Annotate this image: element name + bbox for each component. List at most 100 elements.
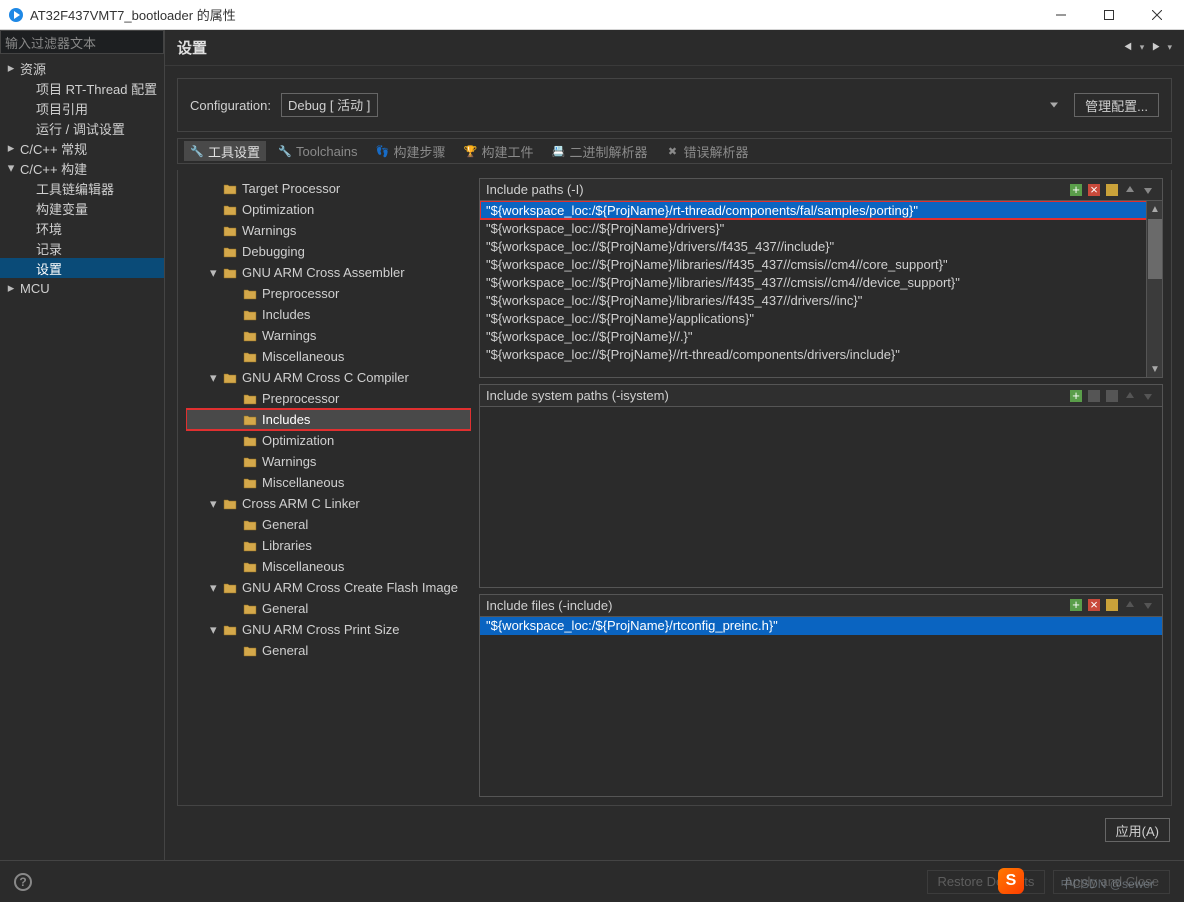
nav-item[interactable]: ▸C/C++ 常规 bbox=[0, 138, 164, 158]
down-icon[interactable] bbox=[1140, 388, 1156, 404]
tab-二进制解析器[interactable]: 📇二进制解析器 bbox=[545, 141, 653, 161]
list-item[interactable]: "${workspace_loc://${ProjName}/libraries… bbox=[480, 255, 1162, 273]
folder-icon bbox=[242, 454, 258, 470]
edit-icon[interactable] bbox=[1104, 182, 1120, 198]
binary-icon: 📇 bbox=[551, 144, 565, 158]
restore-defaults-button[interactable]: Restore Defaults bbox=[927, 870, 1046, 894]
edit-icon[interactable] bbox=[1104, 388, 1120, 404]
settings-tree-item[interactable]: Miscellaneous bbox=[186, 556, 471, 577]
settings-tree-item[interactable]: Preprocessor bbox=[186, 283, 471, 304]
edit-icon[interactable] bbox=[1104, 597, 1120, 613]
nav-fwd-icon[interactable]: ⯈ bbox=[1150, 39, 1161, 56]
settings-tree-item[interactable]: Includes bbox=[186, 304, 471, 325]
list-item[interactable]: "${workspace_loc://${ProjName}/libraries… bbox=[480, 273, 1162, 291]
list-item[interactable]: "${workspace_loc://${ProjName}/drivers//… bbox=[480, 237, 1162, 255]
settings-tree-item[interactable]: Preprocessor bbox=[186, 388, 471, 409]
delete-icon[interactable]: × bbox=[1086, 597, 1102, 613]
settings-tree-item[interactable]: ▾GNU ARM Cross Create Flash Image bbox=[186, 577, 471, 598]
x-icon: ✖ bbox=[666, 144, 680, 158]
close-button[interactable] bbox=[1142, 5, 1172, 25]
list-item[interactable]: "${workspace_loc://${ProjName}/libraries… bbox=[480, 291, 1162, 309]
filter-input[interactable]: 输入过滤器文本 bbox=[0, 30, 164, 54]
settings-tree-item[interactable]: General bbox=[186, 640, 471, 661]
apply-close-button[interactable]: Apply and Close bbox=[1053, 870, 1170, 894]
nav-item[interactable]: 项目引用 bbox=[0, 98, 164, 118]
nav-tree: ▸资源项目 RT-Thread 配置项目引用运行 / 调试设置▸C/C++ 常规… bbox=[0, 54, 164, 860]
settings-tree-item[interactable]: Optimization bbox=[186, 199, 471, 220]
nav-item[interactable]: 运行 / 调试设置 bbox=[0, 118, 164, 138]
app-logo-icon bbox=[8, 7, 24, 23]
include-system-paths-title: Include system paths (-isystem) bbox=[486, 388, 669, 403]
nav-item[interactable]: 设置 bbox=[0, 258, 164, 278]
settings-tree-item[interactable]: General bbox=[186, 598, 471, 619]
nav-item[interactable]: 项目 RT-Thread 配置 bbox=[0, 78, 164, 98]
settings-tree-item[interactable]: ▾GNU ARM Cross Print Size bbox=[186, 619, 471, 640]
add-icon[interactable]: + bbox=[1068, 182, 1084, 198]
list-item[interactable]: "${workspace_loc://${ProjName}//.}" bbox=[480, 327, 1162, 345]
nav-item-label: 构建变量 bbox=[36, 199, 88, 218]
configuration-label: Configuration: bbox=[190, 98, 271, 113]
down-icon[interactable] bbox=[1140, 597, 1156, 613]
settings-tree-item[interactable]: Warnings bbox=[186, 325, 471, 346]
folder-icon bbox=[242, 601, 258, 617]
settings-tree-item[interactable]: Miscellaneous bbox=[186, 472, 471, 493]
tab-构建步骤[interactable]: 👣构建步骤 bbox=[369, 141, 451, 161]
settings-tree-item[interactable]: Includes bbox=[186, 409, 471, 430]
nav-item[interactable]: 环境 bbox=[0, 218, 164, 238]
nav-back-icon[interactable]: ⯇ bbox=[1123, 39, 1134, 56]
folder-icon bbox=[222, 496, 238, 512]
nav-item[interactable]: ▸MCU bbox=[0, 278, 164, 298]
help-icon[interactable]: ? bbox=[14, 873, 32, 891]
include-paths-list[interactable]: "${workspace_loc:/${ProjName}/rt-thread/… bbox=[480, 201, 1162, 377]
list-item[interactable]: "${workspace_loc://${ProjName}/applicati… bbox=[480, 309, 1162, 327]
left-pane: 输入过滤器文本 ▸资源项目 RT-Thread 配置项目引用运行 / 调试设置▸… bbox=[0, 30, 165, 860]
delete-icon[interactable]: × bbox=[1086, 182, 1102, 198]
folder-icon bbox=[222, 265, 238, 281]
list-item[interactable]: "${workspace_loc://${ProjName}/drivers}" bbox=[480, 219, 1162, 237]
wrench-icon: 🔧 bbox=[190, 144, 204, 158]
settings-tree-item[interactable]: Warnings bbox=[186, 451, 471, 472]
list-item[interactable]: "${workspace_loc://${ProjName}//rt-threa… bbox=[480, 345, 1162, 363]
up-icon[interactable] bbox=[1122, 388, 1138, 404]
settings-tree-item[interactable]: Miscellaneous bbox=[186, 346, 471, 367]
apply-button[interactable]: 应用(A) bbox=[1105, 818, 1170, 842]
scrollbar[interactable]: ▲▼ bbox=[1146, 201, 1162, 377]
up-icon[interactable] bbox=[1122, 182, 1138, 198]
nav-item[interactable]: 工具链编辑器 bbox=[0, 178, 164, 198]
add-icon[interactable]: + bbox=[1068, 388, 1084, 404]
settings-tree-item[interactable]: Debugging bbox=[186, 241, 471, 262]
delete-icon[interactable] bbox=[1086, 388, 1102, 404]
tab-构建工件[interactable]: 🏆构建工件 bbox=[457, 141, 539, 161]
maximize-button[interactable] bbox=[1094, 5, 1124, 25]
filter-placeholder: 输入过滤器文本 bbox=[5, 33, 96, 52]
nav-item[interactable]: ▸资源 bbox=[0, 58, 164, 78]
settings-tree-item[interactable]: Warnings bbox=[186, 220, 471, 241]
folder-icon bbox=[222, 202, 238, 218]
list-item[interactable]: "${workspace_loc:/${ProjName}/rtconfig_p… bbox=[480, 617, 1162, 635]
folder-icon bbox=[222, 223, 238, 239]
up-icon[interactable] bbox=[1122, 597, 1138, 613]
minimize-button[interactable] bbox=[1046, 5, 1076, 25]
nav-item[interactable]: 构建变量 bbox=[0, 198, 164, 218]
settings-tree-item[interactable]: Libraries bbox=[186, 535, 471, 556]
list-item[interactable]: "${workspace_loc:/${ProjName}/rt-thread/… bbox=[480, 201, 1162, 219]
tab-Toolchains[interactable]: 🔧Toolchains bbox=[272, 141, 363, 161]
settings-tree-item[interactable]: Optimization bbox=[186, 430, 471, 451]
configuration-select[interactable]: Debug [ 活动 ] bbox=[281, 93, 378, 117]
settings-tree-item[interactable]: ▾GNU ARM Cross C Compiler bbox=[186, 367, 471, 388]
manage-configurations-button[interactable]: 管理配置... bbox=[1074, 93, 1159, 117]
settings-tree-item[interactable]: General bbox=[186, 514, 471, 535]
down-icon[interactable] bbox=[1140, 182, 1156, 198]
tab-错误解析器[interactable]: ✖错误解析器 bbox=[660, 141, 755, 161]
folder-icon bbox=[222, 370, 238, 386]
settings-tree-item[interactable]: ▾Cross ARM C Linker bbox=[186, 493, 471, 514]
settings-tree-item[interactable]: Target Processor bbox=[186, 178, 471, 199]
nav-item-label: C/C++ 常规 bbox=[20, 139, 87, 158]
nav-item[interactable]: 记录 bbox=[0, 238, 164, 258]
tab-工具设置[interactable]: 🔧工具设置 bbox=[184, 141, 266, 161]
nav-item[interactable]: ▾C/C++ 构建 bbox=[0, 158, 164, 178]
include-files-list[interactable]: "${workspace_loc:/${ProjName}/rtconfig_p… bbox=[480, 617, 1162, 797]
settings-tree-item[interactable]: ▾GNU ARM Cross Assembler bbox=[186, 262, 471, 283]
include-system-paths-list[interactable] bbox=[480, 407, 1162, 587]
add-icon[interactable]: + bbox=[1068, 597, 1084, 613]
